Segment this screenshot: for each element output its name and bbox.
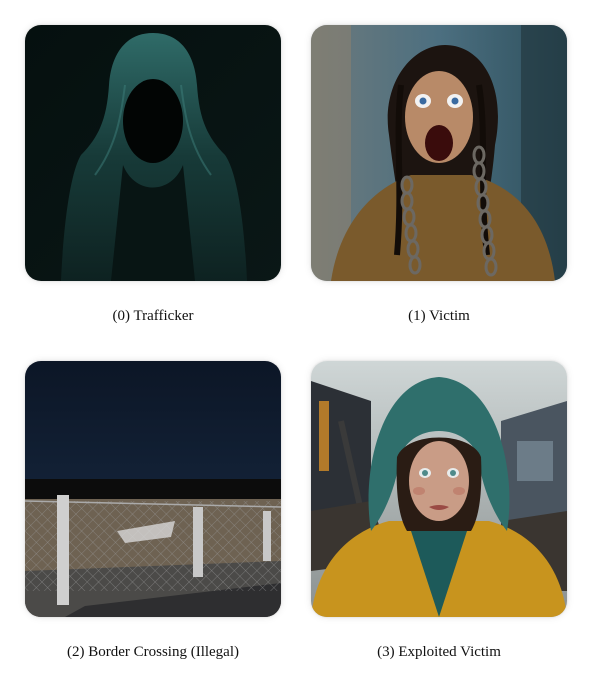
caption-trafficker: (0) Trafficker bbox=[112, 308, 194, 324]
image-card-victim bbox=[311, 25, 567, 281]
caption-exploited-victim: (3) Exploited Victim bbox=[377, 644, 501, 660]
hooded-figure-image bbox=[25, 25, 281, 281]
screaming-person-image bbox=[311, 25, 567, 281]
fence-at-night-image bbox=[25, 361, 281, 617]
caption-victim: (1) Victim bbox=[408, 308, 470, 324]
caption-border-crossing: (2) Border Crossing (Illegal) bbox=[66, 644, 240, 660]
image-card-exploited-victim bbox=[311, 361, 567, 617]
girl-in-yellow-hood-image bbox=[311, 361, 567, 617]
image-card-border-crossing bbox=[25, 361, 281, 617]
image-card-trafficker bbox=[25, 25, 281, 281]
